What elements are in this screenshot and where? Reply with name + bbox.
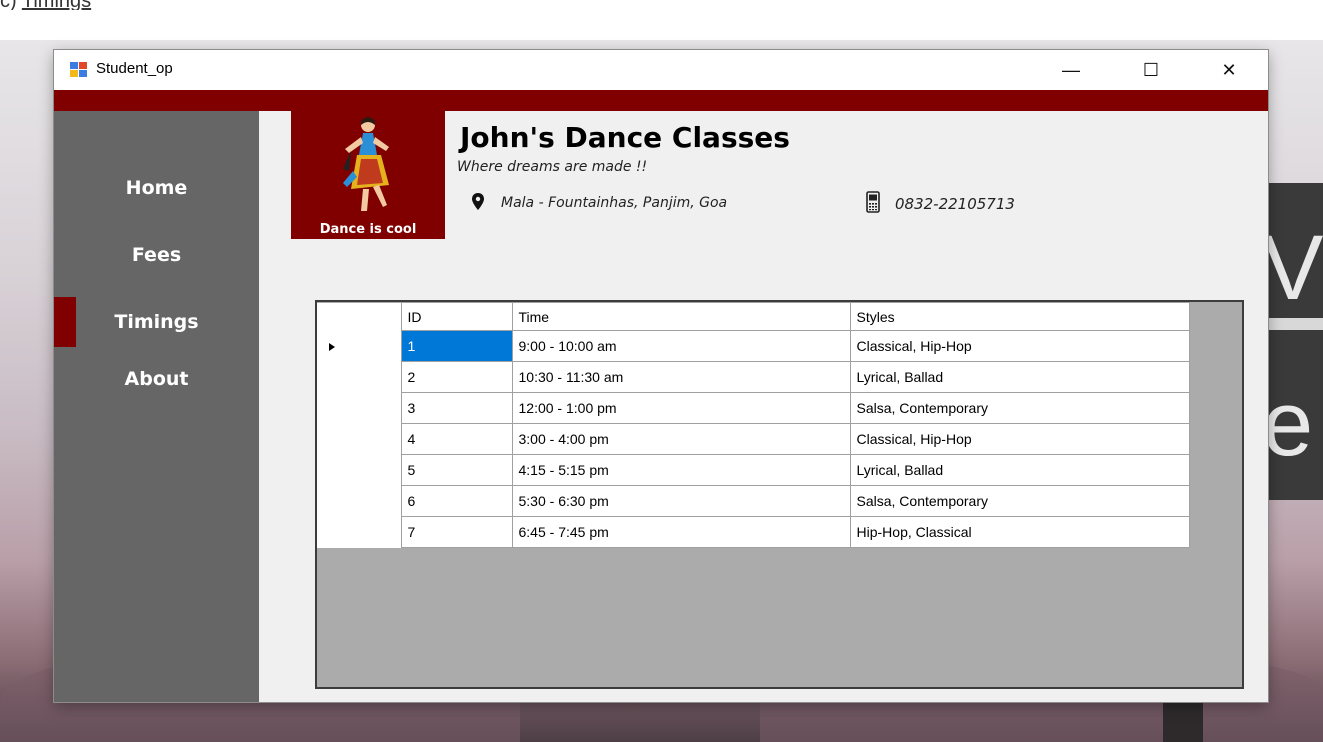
row-header[interactable]: [317, 454, 402, 486]
logo-caption: Dance is cool: [319, 222, 417, 237]
cell-styles[interactable]: Hip-Hop, Classical: [849, 516, 1190, 548]
cell-id[interactable]: 2: [400, 361, 513, 393]
cell-styles[interactable]: Classical, Hip-Hop: [849, 330, 1190, 362]
table-row[interactable]: 1 9:00 - 10:00 am Classical, Hip-Hop: [317, 330, 1190, 362]
location-pin-icon: [472, 193, 484, 210]
sidebar-item-home[interactable]: Home: [54, 177, 259, 199]
cell-styles[interactable]: Lyrical, Ballad: [849, 454, 1190, 486]
cell-id[interactable]: 6: [400, 485, 513, 517]
table-row[interactable]: 5 4:15 - 5:15 pm Lyrical, Ballad: [317, 454, 1190, 486]
phone-number: 0832-22105713: [895, 195, 1015, 213]
background-letter: e: [1262, 373, 1314, 475]
background-pillar: [1163, 700, 1203, 742]
cell-time[interactable]: 5:30 - 6:30 pm: [511, 485, 851, 517]
dance-logo: Dance is cool: [291, 111, 445, 239]
row-header[interactable]: [317, 392, 402, 424]
sidebar-item-about[interactable]: About: [54, 368, 259, 390]
sidebar-item-fees[interactable]: Fees: [54, 244, 259, 266]
app-icon: [70, 62, 88, 78]
student-op-window: Student_op — ☐ ✕ Home Fees Timings About: [54, 50, 1268, 702]
background-document-strip: c) Timings: [0, 0, 1323, 10]
sidebar-item-timings[interactable]: Timings: [54, 311, 259, 333]
main-content: Dance is cool John's Dance Classes Where…: [259, 111, 1268, 702]
title-bar[interactable]: Student_op — ☐ ✕: [54, 50, 1268, 90]
cell-time[interactable]: 12:00 - 1:00 pm: [511, 392, 851, 424]
cell-id[interactable]: 4: [400, 423, 513, 455]
window-title: Student_op: [96, 60, 173, 77]
cell-time[interactable]: 3:00 - 4:00 pm: [511, 423, 851, 455]
cell-id[interactable]: 7: [400, 516, 513, 548]
table-row[interactable]: 6 5:30 - 6:30 pm Salsa, Contemporary: [317, 485, 1190, 517]
table-row[interactable]: 3 12:00 - 1:00 pm Salsa, Contemporary: [317, 392, 1190, 424]
table-row[interactable]: 2 10:30 - 11:30 am Lyrical, Ballad: [317, 361, 1190, 393]
mobile-phone-icon: [866, 191, 880, 213]
timings-data-grid[interactable]: ID Time Styles 1 9:00 - 10:00 am Classic…: [315, 300, 1244, 689]
cell-time[interactable]: 6:45 - 7:45 pm: [511, 516, 851, 548]
dancer-icon: [343, 117, 389, 211]
cell-styles[interactable]: Lyrical, Ballad: [849, 361, 1190, 393]
cell-id[interactable]: 1: [400, 330, 513, 362]
close-button[interactable]: ✕: [1206, 50, 1252, 90]
row-header[interactable]: [317, 423, 402, 455]
tagline: Where dreams are made !!: [457, 159, 648, 175]
cell-time[interactable]: 4:15 - 5:15 pm: [511, 454, 851, 486]
cell-styles[interactable]: Classical, Hip-Hop: [849, 423, 1190, 455]
page-title: John's Dance Classes: [460, 121, 790, 154]
timings-table: ID Time Styles 1 9:00 - 10:00 am Classic…: [317, 302, 1190, 548]
minimize-button[interactable]: —: [1048, 50, 1094, 90]
row-header[interactable]: [317, 330, 402, 362]
column-header-time[interactable]: Time: [511, 302, 851, 331]
accent-bar: [54, 90, 1268, 111]
cell-time[interactable]: 10:30 - 11:30 am: [511, 361, 851, 393]
background-letter: V: [1262, 217, 1323, 319]
background-bar: [1268, 318, 1323, 330]
cell-id[interactable]: 5: [400, 454, 513, 486]
sidebar: Home Fees Timings About: [54, 111, 259, 702]
column-header-styles[interactable]: Styles: [849, 302, 1190, 331]
cell-time[interactable]: 9:00 - 10:00 am: [511, 330, 851, 362]
table-header-row: ID Time Styles: [317, 302, 1190, 331]
address-text: Mala - Fountainhas, Panjim, Goa: [501, 195, 728, 211]
row-header[interactable]: [317, 361, 402, 393]
table-row[interactable]: 4 3:00 - 4:00 pm Classical, Hip-Hop: [317, 423, 1190, 455]
column-header-id[interactable]: ID: [400, 302, 513, 331]
table-row[interactable]: 7 6:45 - 7:45 pm Hip-Hop, Classical: [317, 516, 1190, 548]
row-header[interactable]: [317, 516, 402, 548]
maximize-button[interactable]: ☐: [1128, 50, 1174, 90]
cell-styles[interactable]: Salsa, Contemporary: [849, 485, 1190, 517]
cell-id[interactable]: 3: [400, 392, 513, 424]
row-header-corner[interactable]: [317, 302, 402, 331]
cell-styles[interactable]: Salsa, Contemporary: [849, 392, 1190, 424]
background-heading-fragment: c) Timings: [0, 0, 91, 10]
current-row-arrow-icon: [329, 343, 335, 351]
row-header[interactable]: [317, 485, 402, 517]
